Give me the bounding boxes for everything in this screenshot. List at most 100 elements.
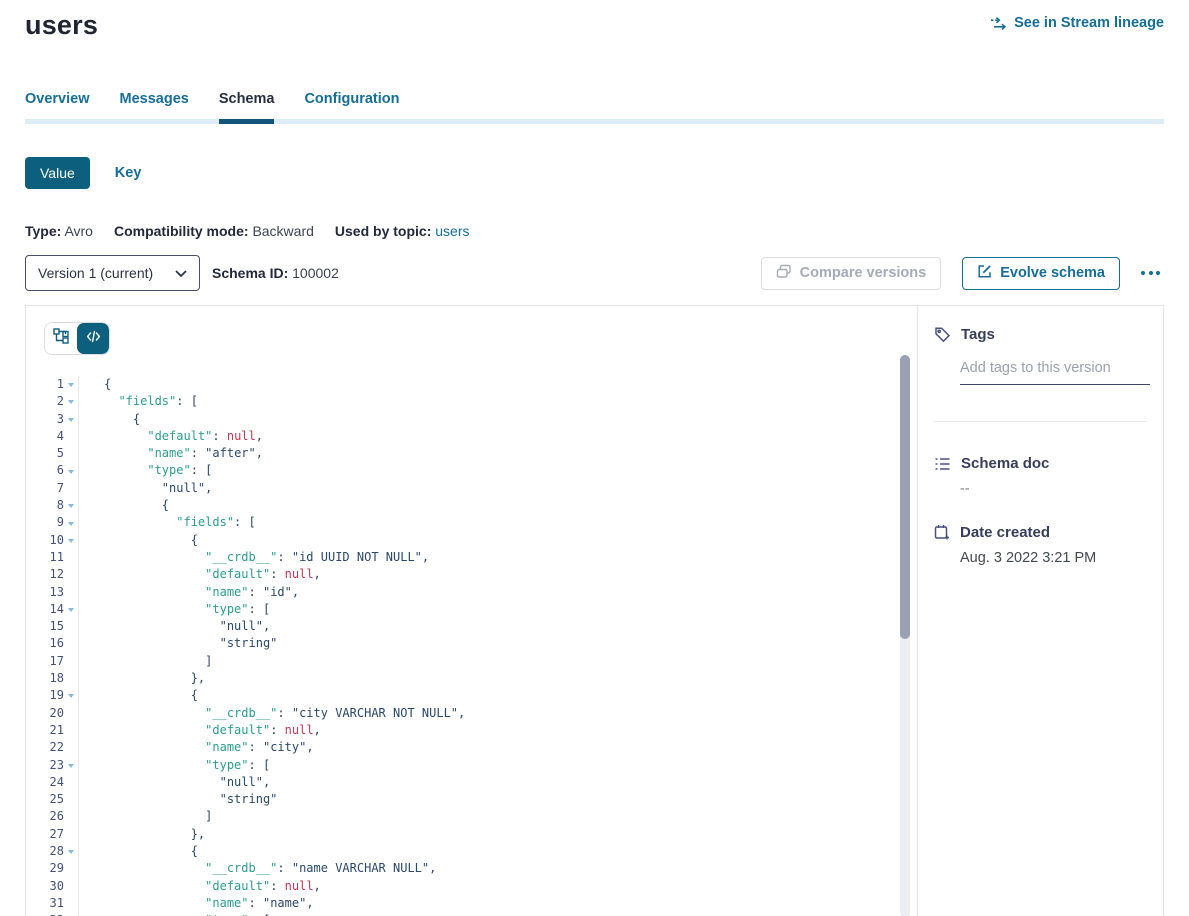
fold-toggle-icon[interactable] [64,376,79,393]
line-number: 8 [26,497,64,514]
code-line: 7 "null", [26,480,897,497]
fold-gutter [64,878,79,895]
code-text: "default": null, [79,566,321,583]
fold-gutter [64,635,79,652]
fold-gutter [64,480,79,497]
code-text: "fields": [ [79,514,256,531]
line-number: 20 [26,705,64,722]
stream-lineage-link[interactable]: See in Stream lineage [990,15,1164,31]
tab-messages[interactable]: Messages [120,91,189,119]
fold-gutter [64,428,79,445]
code-line: 2 "fields": [ [26,393,897,410]
schema-panel: 1{2 "fields": [3 {4 "default": null,5 "n… [25,305,1164,916]
fold-toggle-icon[interactable] [64,757,79,774]
tag-icon [934,326,951,343]
sidebar-divider [934,421,1147,422]
schema-doc-header: Schema doc [934,455,1147,472]
line-number: 17 [26,653,64,670]
code-line: 19 { [26,687,897,704]
compare-versions-button[interactable]: Compare versions [761,257,942,290]
list-icon [934,456,951,472]
code-line: 25 "string" [26,791,897,808]
tree-view-icon [53,328,69,349]
fold-gutter [64,445,79,462]
line-number: 3 [26,411,64,428]
line-number: 14 [26,601,64,618]
line-number: 29 [26,860,64,877]
code-text: "string" [79,791,277,808]
fold-toggle-icon[interactable] [64,687,79,704]
more-options-button[interactable] [1137,267,1164,279]
fold-gutter [64,705,79,722]
fold-toggle-icon[interactable] [64,393,79,410]
tab-overview[interactable]: Overview [25,91,90,119]
code-text: "default": null, [79,878,321,895]
line-number: 12 [26,566,64,583]
code-text: { [79,532,198,549]
version-select[interactable]: Version 1 (current) [25,255,200,291]
evolve-schema-button[interactable]: Evolve schema [962,257,1120,290]
calendar-plus-icon [934,524,950,541]
schema-editor: 1{2 "fields": [3 {4 "default": null,5 "n… [26,306,917,916]
code-line: 15 "null", [26,618,897,635]
tree-view-button[interactable] [45,323,77,354]
code-line: 28 { [26,843,897,860]
key-tab-button[interactable]: Key [115,165,142,181]
code-text: { [79,411,140,428]
tags-input[interactable] [960,360,1150,385]
fold-toggle-icon[interactable] [64,843,79,860]
line-number: 1 [26,376,64,393]
version-select-value: Version 1 (current) [38,265,153,281]
tab-configuration[interactable]: Configuration [304,91,399,119]
code-view-button[interactable] [77,323,109,354]
line-number: 22 [26,739,64,756]
fold-gutter [64,566,79,583]
line-number: 4 [26,428,64,445]
code-line: 9 "fields": [ [26,514,897,531]
code-text: "type": [ [79,462,212,479]
fold-gutter [64,774,79,791]
code-text: "name": "after", [79,445,263,462]
code-text: }, [79,670,205,687]
fold-toggle-icon[interactable] [64,462,79,479]
line-number: 11 [26,549,64,566]
fold-toggle-icon[interactable] [64,601,79,618]
fold-gutter [64,860,79,877]
code-line: 21 "default": null, [26,722,897,739]
code-line: 14 "type": [ [26,601,897,618]
code-view-icon [86,330,101,348]
code-line: 11 "__crdb__": "id UUID NOT NULL", [26,549,897,566]
line-number: 27 [26,826,64,843]
schema-doc-value: -- [960,481,1147,497]
scrollbar-track[interactable] [900,355,910,916]
fold-gutter [64,618,79,635]
code-line: 3 { [26,411,897,428]
code-line: 30 "default": null, [26,878,897,895]
code-line: 32 "type": [ [26,912,897,916]
fold-toggle-icon[interactable] [64,912,79,916]
fold-toggle-icon[interactable] [64,532,79,549]
code-text: "__crdb__": "name VARCHAR NULL", [79,860,436,877]
code-line: 29 "__crdb__": "name VARCHAR NULL", [26,860,897,877]
code-text: "type": [ [79,601,270,618]
code-text: "name": "name", [79,895,314,912]
date-created-value: Aug. 3 2022 3:21 PM [960,550,1147,566]
chevron-down-icon [175,265,187,281]
fold-toggle-icon[interactable] [64,514,79,531]
fold-toggle-icon[interactable] [64,497,79,514]
fold-gutter [64,584,79,601]
value-tab-button[interactable]: Value [25,157,90,189]
line-number: 18 [26,670,64,687]
code-text: ] [79,653,212,670]
tab-schema[interactable]: Schema [219,91,275,119]
fold-gutter [64,549,79,566]
schema-id: Schema ID: 100002 [212,265,339,281]
fold-toggle-icon[interactable] [64,411,79,428]
topic-link[interactable]: users [435,223,469,239]
compare-versions-label: Compare versions [800,265,927,281]
code-text: "name": "city", [79,739,314,756]
code-line: 13 "name": "id", [26,584,897,601]
line-number: 7 [26,480,64,497]
scrollbar-thumb[interactable] [900,355,910,639]
code-line: 8 { [26,497,897,514]
